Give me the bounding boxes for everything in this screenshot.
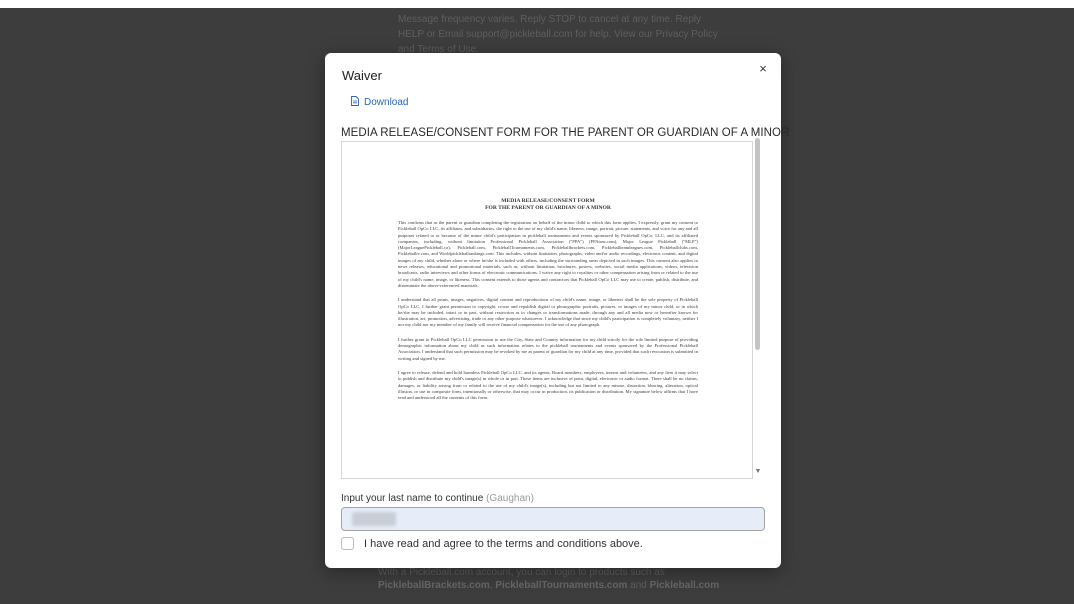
- waiver-modal: Waiver × Download MEDIA RELEASE/CONSENT …: [325, 53, 790, 568]
- scroll-up-icon[interactable]: ▲: [754, 128, 762, 136]
- close-button[interactable]: ×: [756, 62, 770, 76]
- bg-line: Message frequency varies. Reply STOP to …: [398, 14, 702, 25]
- document-viewer[interactable]: MEDIA RELEASE/CONSENT FORM FOR THE PAREN…: [341, 141, 753, 479]
- modal-title: Waiver: [342, 68, 382, 83]
- doc-heading-2: FOR THE PARENT OR GUARDIAN OF A MINOR: [485, 205, 611, 211]
- last-name-label: Input your last name to continue (Gaugha…: [341, 493, 534, 504]
- doc-paragraph: This confirms that as the parent or guar…: [398, 220, 698, 288]
- agree-row[interactable]: I have read and agree to the terms and c…: [341, 537, 643, 550]
- background-footer: With a Pickleball.com account, you can l…: [378, 566, 738, 592]
- doc-paragraph: I agree to release, defend and hold harm…: [398, 369, 698, 401]
- last-name-hint: (Gaughan): [486, 493, 534, 504]
- doc-heading-1: MEDIA RELEASE/CONSENT FORM: [501, 198, 595, 204]
- download-label[interactable]: Download: [364, 97, 408, 108]
- bg-link-tournaments[interactable]: PickleballTournaments.com: [495, 580, 627, 591]
- top-bar: [0, 0, 1074, 8]
- bg-line: HELP or Email support@pickleball.com for…: [398, 29, 718, 40]
- background-sms-disclaimer: Message frequency varies. Reply STOP to …: [398, 12, 728, 57]
- bg-link-pickleball[interactable]: Pickleball.com: [650, 580, 719, 591]
- bg-link-brackets[interactable]: PickleballBrackets.com: [378, 580, 490, 591]
- doc-paragraph: I understand that all prints, images, ne…: [398, 297, 698, 328]
- scroll-down-icon[interactable]: ▼: [754, 468, 762, 476]
- last-name-label-text: Input your last name to continue: [341, 493, 484, 504]
- last-name-input[interactable]: [341, 507, 765, 531]
- document-icon: [351, 96, 359, 109]
- document-title: MEDIA RELEASE/CONSENT FORM FOR THE PAREN…: [341, 127, 790, 139]
- agree-label[interactable]: I have read and agree to the terms and c…: [364, 538, 643, 550]
- redacted-input-content: [352, 512, 396, 526]
- scroll-thumb[interactable]: [755, 138, 760, 350]
- download-button[interactable]: Download: [351, 96, 408, 109]
- bg-sep: and: [627, 580, 650, 591]
- close-icon[interactable]: ×: [759, 61, 767, 76]
- agree-checkbox[interactable]: [341, 537, 354, 550]
- doc-paragraph: I further grant to Pickleball OpCo LLC p…: [398, 336, 698, 361]
- document-page: MEDIA RELEASE/CONSENT FORM FOR THE PAREN…: [398, 198, 698, 401]
- document-scrollbar[interactable]: ▲ ▼: [754, 128, 762, 478]
